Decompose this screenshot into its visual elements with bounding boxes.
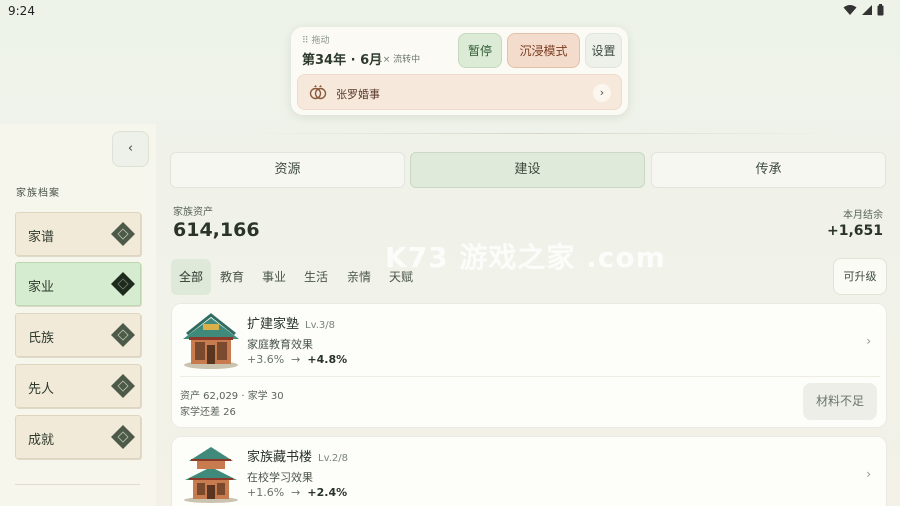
event-arrow-icon[interactable]: ›	[593, 84, 611, 102]
status-icons	[843, 4, 884, 16]
building-name: 家族藏书楼 Lv.2/8	[247, 450, 349, 465]
filter-all[interactable]: 全部	[171, 259, 212, 295]
game-date: 第34年 · 6月	[302, 53, 383, 68]
sidebar-title: 家族档案	[16, 188, 60, 199]
sidebar-item-label: 先人	[28, 382, 55, 397]
pause-button[interactable]: 暂停	[458, 33, 502, 68]
sidebar-item-label: 成就	[28, 433, 55, 448]
filter-upgradable-button[interactable]: 可升级	[833, 258, 887, 295]
chevron-right-icon[interactable]: ›	[866, 467, 871, 481]
sidebar-item-family-business[interactable]: 家业	[15, 262, 141, 306]
battery-icon	[877, 4, 884, 16]
divider	[240, 133, 840, 134]
status-time: 9:24	[8, 4, 35, 18]
tab-construction[interactable]: 建设	[410, 152, 645, 188]
signal-icon	[862, 5, 872, 15]
chevron-right-icon[interactable]: ›	[866, 334, 871, 348]
building-name: 扩建家塾 Lv.3/8	[247, 317, 336, 332]
filter-education[interactable]: 教育	[212, 259, 252, 295]
drag-handle[interactable]: ⠿ 拖动	[302, 33, 329, 46]
diamond-emblem-icon	[111, 425, 135, 449]
sidebar-item-label: 氏族	[28, 331, 55, 346]
settings-button[interactable]: 设置	[585, 33, 622, 68]
sidebar-item-label: 家谱	[28, 230, 55, 245]
building-level: Lv.3/8	[305, 320, 336, 331]
building-cost: 资产 62,029 · 家学 30	[180, 391, 284, 402]
status-bar: 9:24	[0, 0, 900, 22]
sidebar-item-clan[interactable]: 氏族	[15, 313, 141, 357]
filter-talent[interactable]: 天赋	[381, 259, 421, 295]
diamond-emblem-icon	[111, 272, 135, 296]
sidebar-item-label: 家业	[28, 280, 55, 295]
game-speed: 1× 流转中	[377, 55, 421, 65]
building-card[interactable]: 扩建家塾 Lv.3/8 家庭教育效果 +3.6% → +4.8% › 资产 62,…	[171, 303, 887, 428]
building-effect-change: +1.6% → +2.4%	[247, 486, 348, 499]
immerse-mode-button[interactable]: 沉浸模式	[507, 33, 580, 68]
family-assets-value: 614,166	[173, 219, 260, 241]
card-divider	[180, 376, 880, 377]
building-effect: 在校学习效果	[247, 471, 313, 484]
sidebar-item-ancestors[interactable]: 先人	[15, 364, 141, 408]
building-effect: 家庭教育效果	[247, 338, 313, 351]
insufficient-materials-button[interactable]: 材料不足	[803, 383, 877, 420]
tab-resources[interactable]: 资源	[170, 152, 405, 188]
diamond-emblem-icon	[111, 374, 135, 398]
collapse-sidebar-button[interactable]: ‹	[112, 131, 149, 167]
building-effect-change: +3.6% → +4.8%	[247, 353, 348, 366]
building-card[interactable]: 家族藏书楼 Lv.2/8 在校学习效果 +1.6% → +2.4% ›	[171, 436, 887, 506]
family-assets-label: 家族资产	[173, 207, 213, 218]
filter-career[interactable]: 事业	[254, 259, 294, 295]
watermark: K73 游戏之家 .com	[385, 241, 666, 274]
filter-life[interactable]: 生活	[296, 259, 336, 295]
monthly-balance-label: 本月结余	[843, 210, 883, 221]
library-tower-icon	[184, 447, 238, 503]
sidebar-item-family-tree[interactable]: 家谱	[15, 212, 141, 256]
building-shortage: 家学还差 26	[180, 407, 236, 418]
event-banner[interactable]: 张罗婚事 ›	[297, 74, 622, 110]
diamond-emblem-icon	[111, 222, 135, 246]
wifi-icon	[843, 5, 857, 15]
tab-heritage[interactable]: 传承	[651, 152, 886, 188]
sidebar-divider	[15, 484, 140, 485]
sidebar-item-achievements[interactable]: 成就	[15, 415, 141, 459]
monthly-balance-value: +1,651	[826, 223, 883, 239]
filter-family-ties[interactable]: 亲情	[339, 259, 379, 295]
rings-icon	[309, 85, 327, 100]
time-control-panel: ⠿ 拖动 第34年 · 6月 1× 流转中 暂停 沉浸模式 设置 张罗婚事 ›	[291, 27, 628, 115]
building-level: Lv.2/8	[318, 453, 349, 464]
event-label: 张罗婚事	[336, 88, 380, 101]
diamond-emblem-icon	[111, 323, 135, 347]
sidebar: ‹ 家族档案 家谱 家业 氏族 先人 成就	[0, 124, 156, 506]
pavilion-icon	[183, 313, 239, 369]
